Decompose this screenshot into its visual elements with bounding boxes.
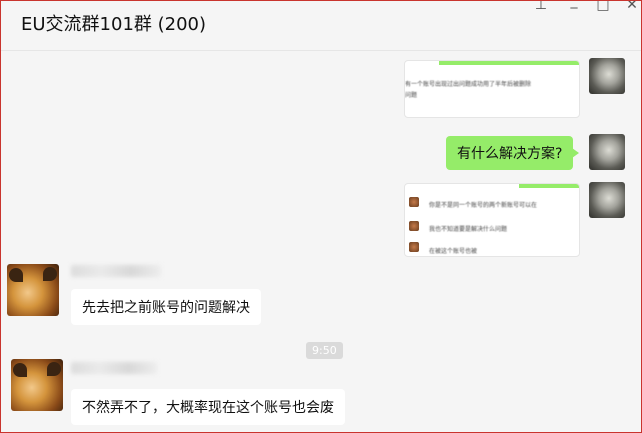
forwarded-chat-card[interactable]: 你是不是同一个账号的两个新账号可以在 我也不知道要是解决什么问题 在被这个账号也… <box>404 183 580 257</box>
card-text-line: 在被这个账号也被 <box>429 248 478 255</box>
avatar-detail <box>47 362 61 376</box>
sender-name <box>71 265 161 277</box>
forwarded-image-card[interactable]: 有一个账号出现过出问题成功用了半年后被删除 问题 <box>404 60 580 118</box>
card-text-line: 你是不是同一个账号的两个新账号可以在 <box>429 202 538 209</box>
card-text-line: 有一个账号出现过出问题成功用了半年后被删除 <box>405 81 532 88</box>
chat-header: EU交流群101群 (200) ⊥ _ □ ✕ <box>1 1 641 51</box>
message-bubble-other: 先去把之前账号的问题解决 <box>71 289 261 325</box>
thumbnail-icon <box>409 197 419 207</box>
avatar-detail <box>9 268 23 282</box>
pin-icon[interactable]: ⊥ <box>531 1 551 13</box>
message-bubble-self: 有什么解决方案? <box>446 136 580 170</box>
maximize-icon[interactable]: □ <box>593 1 613 13</box>
sender-avatar[interactable] <box>7 264 59 316</box>
message-timestamp: 9:50 <box>306 342 343 359</box>
thumbnail-icon <box>409 242 419 252</box>
sender-avatar[interactable] <box>11 359 63 411</box>
chat-window: EU交流群101群 (200) ⊥ _ □ ✕ 有一个账号出现过出问题成功用了半… <box>0 0 642 433</box>
thumbnail-icon <box>409 221 419 231</box>
avatar-detail <box>43 267 57 281</box>
self-avatar[interactable] <box>589 58 625 94</box>
chat-title: EU交流群101群 (200) <box>21 14 207 35</box>
close-icon[interactable]: ✕ <box>622 1 641 13</box>
sender-name <box>71 362 157 374</box>
self-avatar[interactable] <box>589 182 625 218</box>
card-text-line: 我也不知道要是解决什么问题 <box>429 226 508 233</box>
card-text-line: 问题 <box>405 92 418 99</box>
self-avatar[interactable] <box>589 134 625 170</box>
avatar-detail <box>13 363 27 377</box>
message-bubble-other: 不然弄不了，大概率现在这个账号也会废 <box>71 389 345 425</box>
minimize-icon[interactable]: _ <box>564 1 584 9</box>
